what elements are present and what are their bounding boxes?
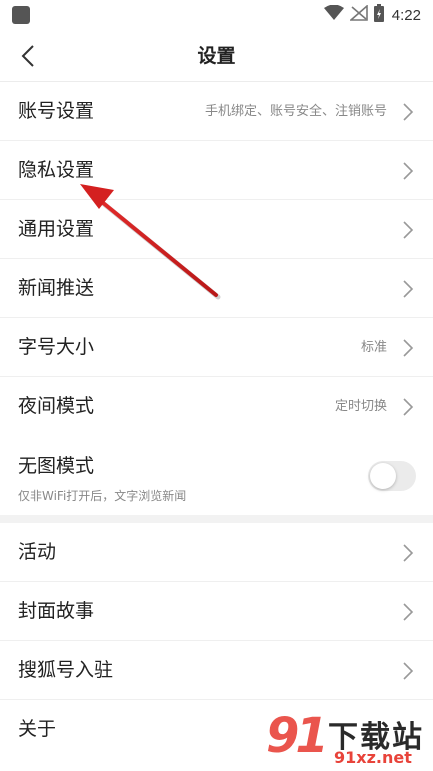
- no-image-mode-label: 无图模式: [18, 455, 95, 477]
- settings-row-about[interactable]: 关于: [0, 700, 433, 759]
- wifi-icon: [323, 4, 344, 25]
- toggle-knob: [370, 463, 396, 489]
- chevron-right-icon: [403, 103, 414, 121]
- no-image-mode-toggle[interactable]: [368, 461, 416, 491]
- header: 设置: [0, 30, 433, 82]
- chevron-right-icon: [403, 280, 414, 298]
- section-divider: [0, 515, 433, 523]
- row-label: 账号设置: [18, 100, 95, 122]
- chevron-left-icon: [21, 45, 34, 67]
- row-label: 通用设置: [18, 218, 95, 240]
- battery-charging-icon: [373, 4, 384, 26]
- row-label: 封面故事: [18, 600, 95, 622]
- settings-row-font-size[interactable]: 字号大小 标准: [0, 318, 433, 377]
- no-image-mode-description: 仅非WiFi打开后，文字浏览新闻: [18, 489, 187, 503]
- chevron-right-icon: [403, 162, 414, 180]
- settings-row-account[interactable]: 账号设置 手机绑定、账号安全、注销账号: [0, 82, 433, 141]
- settings-row-general[interactable]: 通用设置: [0, 200, 433, 259]
- no-signal-icon: [348, 4, 368, 25]
- row-label: 字号大小: [18, 336, 95, 358]
- chevron-right-icon: [403, 603, 414, 621]
- row-label: 活动: [18, 541, 57, 563]
- row-label: 新闻推送: [18, 277, 95, 299]
- row-label: 搜狐号入驻: [18, 659, 114, 681]
- row-value: 手机绑定、账号安全、注销账号: [204, 104, 387, 119]
- status-time: 4:22: [391, 6, 421, 24]
- row-label: 关于: [18, 718, 57, 740]
- row-label: 夜间模式: [18, 395, 95, 417]
- settings-row-sohu-account[interactable]: 搜狐号入驻: [0, 641, 433, 700]
- status-icons: 4:22: [318, 0, 433, 30]
- status-bar: 4:22: [0, 0, 433, 30]
- chevron-right-icon: [403, 662, 414, 680]
- back-button[interactable]: [12, 40, 44, 72]
- settings-row-night-mode[interactable]: 夜间模式 定时切换: [0, 377, 433, 436]
- chevron-right-icon: [403, 544, 414, 562]
- settings-row-news-push[interactable]: 新闻推送: [0, 259, 433, 318]
- row-value: 定时切换: [334, 399, 387, 414]
- chevron-right-icon: [403, 339, 414, 357]
- settings-row-activity[interactable]: 活动: [0, 523, 433, 582]
- settings-row-privacy[interactable]: 隐私设置: [0, 141, 433, 200]
- chevron-right-icon: [403, 398, 414, 416]
- chevron-right-icon: [403, 221, 414, 239]
- settings-row-cover-story[interactable]: 封面故事: [0, 582, 433, 641]
- page-title: 设置: [197, 45, 236, 67]
- row-value: 标准: [360, 340, 387, 355]
- row-label: 隐私设置: [18, 159, 95, 181]
- notification-icon: [12, 6, 30, 24]
